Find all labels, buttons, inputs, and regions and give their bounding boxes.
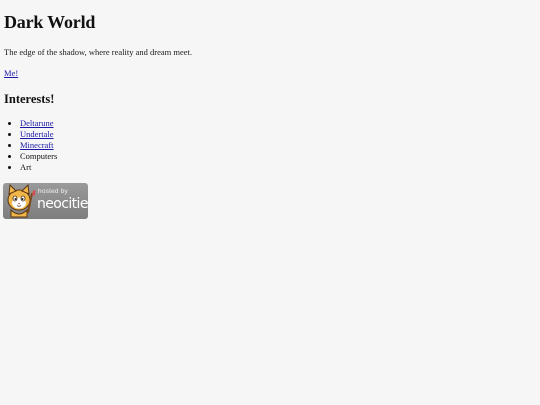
- badge-hosted-label: hosted by: [38, 188, 68, 195]
- list-item: Deltarune: [20, 118, 57, 129]
- neocities-cat-icon: [7, 184, 36, 218]
- interest-link-minecraft[interactable]: Minecraft: [20, 140, 54, 150]
- badge-brand-label: neocities: [37, 196, 88, 212]
- me-link[interactable]: Me!: [4, 68, 18, 78]
- list-item: Art: [20, 162, 57, 173]
- interest-link-undertale[interactable]: Undertale: [20, 129, 54, 139]
- tagline: The edge of the shadow, where reality an…: [4, 47, 193, 57]
- interest-text-art: Art: [20, 162, 32, 172]
- interests-heading: Interests!: [4, 92, 55, 106]
- interest-text-computers: Computers: [20, 151, 58, 161]
- list-item: Minecraft: [20, 140, 57, 151]
- list-item: Computers: [20, 151, 57, 162]
- interests-list: Deltarune Undertale Minecraft Computers …: [4, 118, 57, 173]
- interest-link-deltarune[interactable]: Deltarune: [20, 118, 54, 128]
- neocities-badge[interactable]: hosted by neocities: [3, 183, 88, 219]
- list-item: Undertale: [20, 129, 57, 140]
- page-title: Dark World: [4, 12, 96, 32]
- page: Dark World The edge of the shadow, where…: [0, 0, 540, 405]
